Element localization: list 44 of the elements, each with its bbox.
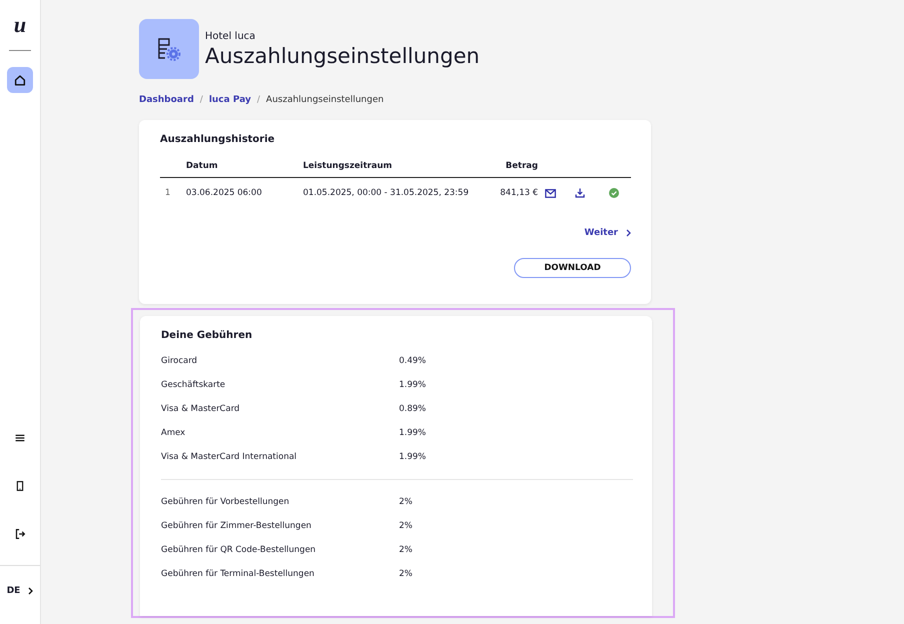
card-title: Deine Gebühren [161, 330, 254, 341]
fee-value: 1.99% [399, 428, 428, 438]
fee-label: Visa & MasterCard [161, 404, 241, 414]
fee-label: Gebühren für Vorbestellungen [161, 497, 290, 507]
card-title: Auszahlungshistorie [160, 134, 276, 145]
language-selector[interactable]: DE [6, 586, 20, 596]
fee-value: 2% [399, 497, 414, 507]
chevron-right-icon[interactable] [28, 587, 34, 595]
fee-label: Gebühren für QR Code-Bestellungen [161, 545, 317, 555]
fee-value: 0.49% [399, 356, 428, 366]
settings-list-icon [139, 19, 199, 79]
fee-value: 2% [399, 521, 414, 531]
fee-value: 2% [399, 569, 414, 579]
home-icon[interactable] [7, 67, 33, 93]
fee-label: Gebühren für Terminal-Bestellungen [161, 569, 316, 579]
breadcrumb-separator: / [200, 95, 203, 105]
breadcrumb-link[interactable]: Dashboard [139, 95, 194, 105]
fee-value: 1.99% [399, 452, 428, 462]
column-header: Datum [186, 161, 219, 171]
fee-value: 1.99% [399, 380, 428, 390]
chevron-right-icon [626, 229, 631, 237]
fee-value: 2% [399, 545, 414, 555]
breadcrumb-link[interactable]: luca Pay [208, 95, 251, 105]
row-number: 1 [164, 188, 172, 198]
breadcrumb-current: Auszahlungseinstellungen [266, 95, 384, 105]
download-icon[interactable] [575, 188, 585, 198]
breadcrumb-separator: / [257, 95, 260, 105]
fee-label: Gebühren für Zimmer-Bestellungen [161, 521, 312, 531]
fee-label: Visa & MasterCard International [161, 452, 298, 462]
table-cell-text: 03.06.2025 06:00 [186, 188, 263, 198]
page-title: Auszahlungseinstellungen [205, 44, 480, 68]
table-cell-text: 841,13 € [499, 188, 538, 198]
fee-label: Amex [161, 428, 186, 438]
column-header: Betrag [504, 161, 538, 171]
logo-icon: u [14, 14, 26, 36]
next-link[interactable]: Weiter [584, 228, 631, 238]
download-button[interactable]: DOWNLOAD [514, 258, 631, 278]
fee-value: 0.89% [399, 404, 428, 414]
page-subtitle: Hotel luca [205, 30, 256, 42]
table-cell-text: 01.05.2025, 00:00 - 31.05.2025, 23:59 [303, 188, 470, 198]
fee-label: Geschäftskarte [161, 380, 226, 390]
mail-icon[interactable] [545, 188, 556, 198]
fee-label: Girocard [161, 356, 198, 366]
column-header: Leistungszeitraum [303, 161, 393, 171]
